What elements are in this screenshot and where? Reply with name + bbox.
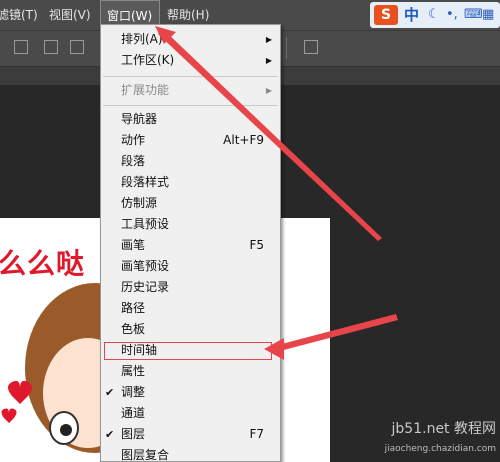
- menu-item-label: 图层复合: [121, 448, 170, 462]
- menu-item-shortcut: F7: [249, 427, 264, 441]
- timeline-highlight-box: [104, 342, 272, 360]
- watermark-line1: jb51.net 教程网: [391, 421, 496, 437]
- menu-item-label: 段落样式: [121, 175, 170, 189]
- menu-item-channels[interactable]: 通道: [101, 403, 280, 424]
- watermark: jb51.net 教程网 jiaocheng.chazidian.com: [360, 414, 500, 462]
- menu-item-paragraph-styles[interactable]: 段落样式: [101, 172, 280, 193]
- menu-item-layers[interactable]: ✔ 图层 F7: [101, 424, 280, 445]
- menu-item-paths[interactable]: 路径: [101, 298, 280, 319]
- checkmark-icon: ✔: [105, 386, 115, 399]
- menu-separator: [103, 105, 278, 106]
- menu-item-tool-presets[interactable]: 工具预设: [101, 214, 280, 235]
- menu-item-label: 历史记录: [121, 280, 170, 294]
- menu-item-swatches[interactable]: 色板: [101, 319, 280, 340]
- menu-view[interactable]: 视图(V): [49, 0, 91, 30]
- menu-item-label: 工具预设: [121, 217, 170, 231]
- menu-item-shortcut: F5: [249, 238, 264, 252]
- submenu-arrow-icon: ▶: [265, 56, 272, 65]
- menu-item-label: 画笔: [121, 238, 146, 252]
- menu-item-brush[interactable]: 画笔 F5: [101, 235, 280, 256]
- submenu-arrow-icon: ▶: [265, 86, 272, 95]
- menu-item-label: 调整: [121, 385, 146, 399]
- menu-item-label: 路径: [121, 301, 146, 315]
- distribute-icon[interactable]: [304, 40, 318, 54]
- ime-toolbar[interactable]: S 中 ☾ •, ⌨ ▦: [370, 2, 500, 28]
- menu-item-arrange[interactable]: 排列(A) ▶: [101, 29, 280, 50]
- menu-item-label: 扩展功能: [121, 83, 170, 97]
- punctuation-icon[interactable]: •,: [446, 6, 458, 24]
- menu-item-extensions: 扩展功能 ▶: [101, 80, 280, 101]
- watermark-line2: jiaocheng.chazidian.com: [384, 444, 496, 454]
- menu-separator: [103, 76, 278, 77]
- align-left-icon[interactable]: [14, 40, 28, 54]
- align-center-icon[interactable]: [70, 40, 84, 54]
- keyboard-icon[interactable]: ⌨: [464, 6, 483, 24]
- window-menu-dropdown: 排列(A) ▶ 工作区(K) ▶ 扩展功能 ▶ 导航器 动作 Alt+F9 段落 段落样…: [100, 24, 281, 462]
- menu-item-label: 通道: [121, 406, 146, 420]
- menu-item-brush-presets[interactable]: 画笔预设: [101, 256, 280, 277]
- menu-item-workspace[interactable]: 工作区(K) ▶: [101, 50, 280, 71]
- menu-item-clone-source[interactable]: 仿制源: [101, 193, 280, 214]
- ime-language-indicator[interactable]: 中: [404, 5, 419, 25]
- menu-filter[interactable]: 滤镜(T): [0, 0, 38, 30]
- menu-item-label: 色板: [121, 322, 146, 336]
- menu-item-layer-comps[interactable]: 图层复合: [101, 445, 280, 462]
- toolbar-divider: [286, 37, 287, 59]
- menu-item-adjustments[interactable]: ✔ 调整: [101, 382, 280, 403]
- menu-item-label: 动作: [121, 133, 146, 147]
- menu-item-paragraph[interactable]: 段落: [101, 151, 280, 172]
- menu-item-label: 工作区(K): [121, 53, 175, 67]
- menu-item-label: 仿制源: [121, 196, 158, 210]
- menu-item-properties[interactable]: 属性: [101, 361, 280, 382]
- menu-item-label: 画笔预设: [121, 259, 170, 273]
- menu-item-label: 图层: [121, 427, 146, 441]
- menu-item-label: 段落: [121, 154, 146, 168]
- checkmark-icon: ✔: [105, 428, 115, 441]
- align-top-icon[interactable]: [44, 40, 58, 54]
- moon-icon[interactable]: ☾: [428, 6, 440, 24]
- menu-item-label: 排列(A): [121, 32, 163, 46]
- menu-item-label: 导航器: [121, 112, 158, 126]
- menu-item-shortcut: Alt+F9: [223, 133, 264, 147]
- menu-item-actions[interactable]: 动作 Alt+F9: [101, 130, 280, 151]
- menu-item-label: 属性: [121, 364, 146, 378]
- menu-item-navigator[interactable]: 导航器: [101, 109, 280, 130]
- sogou-logo: S: [374, 5, 398, 25]
- menu-item-history[interactable]: 历史记录: [101, 277, 280, 298]
- grid-icon[interactable]: ▦: [482, 6, 494, 24]
- submenu-arrow-icon: ▶: [265, 35, 272, 44]
